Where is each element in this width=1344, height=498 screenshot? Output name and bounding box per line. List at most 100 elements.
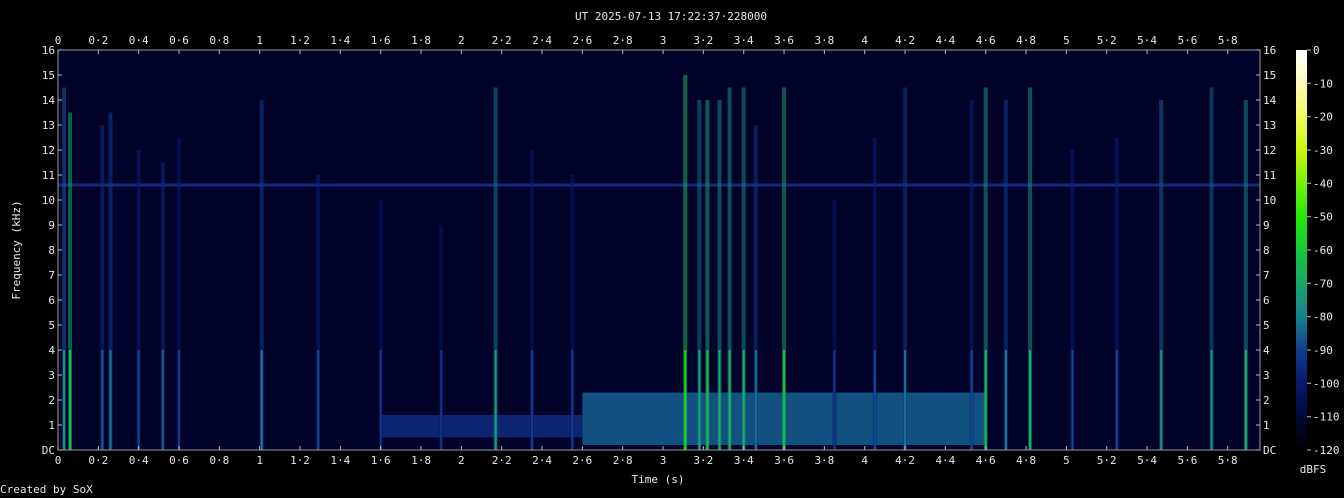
event-core (783, 350, 786, 450)
colorbar-tick-label: -80 (1313, 311, 1333, 324)
x-tick-label-bottom: 5·2 (1097, 454, 1117, 467)
colorbar-tick-label: -100 (1313, 377, 1340, 390)
spectrogram-figure: UT 2025-07-13 17:22:37·228000 0 0·2 0·4 0·6… (10, 10, 1340, 486)
x-tick-label-top: 1·4 (330, 34, 350, 47)
y-tick-label-left: 16 (42, 44, 55, 57)
y-tick-label-left: 13 (42, 119, 55, 132)
colorbar-tick-label: -90 (1313, 344, 1333, 357)
x-tick-label-bottom: 5·6 (1177, 454, 1197, 467)
event-core (1210, 350, 1213, 450)
y-tick-label-left: 2 (48, 394, 55, 407)
event-core (317, 350, 320, 450)
event-core (530, 350, 533, 450)
x-tick-label-bottom: 5·4 (1137, 454, 1157, 467)
y-tick-label-right: 15 (1263, 69, 1276, 82)
x-tick-label-top: 3 (660, 34, 667, 47)
event-core (684, 350, 687, 450)
y-tick-label-right: 12 (1263, 144, 1276, 157)
event-core (706, 350, 709, 450)
event-core (260, 350, 263, 450)
y-tick-label-right: DC (1263, 444, 1276, 457)
x-tick-label-top: 3·4 (734, 34, 754, 47)
y-tick-label-right: 2 (1263, 394, 1270, 407)
y-tick-label-right: 11 (1263, 169, 1276, 182)
event-core (161, 350, 164, 450)
x-tick-label-top: 1·2 (290, 34, 310, 47)
x-tick-label-bottom: 4·2 (895, 454, 915, 467)
event-core (728, 350, 731, 450)
x-tick-label-top: 4 (861, 34, 868, 47)
x-tick-label-bottom: 0·2 (88, 454, 108, 467)
y-tick-label-right: 6 (1263, 294, 1270, 307)
y-axis-label: Frequency (kHz) (10, 200, 23, 299)
colorbar: 0 -10 -20 -30 -40 -50 -60 -70 -80 -90 -100 -110 -120… (1296, 44, 1340, 476)
x-tick-label-top: 2 (458, 34, 465, 47)
y-tick-label-left: 6 (48, 294, 55, 307)
event-core (742, 350, 745, 450)
event-core (571, 350, 574, 450)
colorbar-tick-label: -40 (1313, 177, 1333, 190)
event-core (698, 350, 701, 450)
x-tick-label-top: 4·8 (1016, 34, 1036, 47)
y-tick-label-left: 4 (48, 344, 55, 357)
colorbar-ticks: 0 -10 -20 -30 -40 -50 -60 -70 -80 -90 -100 -110 -120 (1307, 44, 1340, 457)
x-tick-label-bottom: 0 (55, 454, 62, 467)
chart-title: UT 2025-07-13 17:22:37·228000 (575, 10, 767, 23)
x-tick-label-bottom: 3·4 (734, 454, 754, 467)
y-tick-label-right: 1 (1263, 419, 1270, 432)
x-tick-label-bottom: 2·4 (532, 454, 552, 467)
x-tick-label-top: 2·8 (613, 34, 633, 47)
y-tick-label-left: 3 (48, 369, 55, 382)
x-tick-label-bottom: 5·8 (1218, 454, 1238, 467)
event-core (1160, 350, 1163, 450)
x-tick-label-bottom: 0·8 (209, 454, 229, 467)
x-tick-label-top: 5·4 (1137, 34, 1157, 47)
x-tick-label-bottom: 4·8 (1016, 454, 1036, 467)
colorbar-tick-label: -70 (1313, 277, 1333, 290)
x-tick-label-bottom: 3·8 (814, 454, 834, 467)
colorbar-gradient (1296, 50, 1307, 450)
colorbar-tick-label: -120 (1313, 444, 1340, 457)
y-tick-label-left: 7 (48, 269, 55, 282)
x-tick-label-bottom: 2·6 (572, 454, 592, 467)
x-axis-label: Time (s) (632, 473, 685, 486)
x-tick-label-top: 0·8 (209, 34, 229, 47)
x-tick-label-top: 3·2 (693, 34, 713, 47)
colorbar-tick-label: -110 (1313, 411, 1340, 424)
x-tick-label-top: 5 (1063, 34, 1070, 47)
x-tick-label-top: 5·8 (1218, 34, 1238, 47)
event-core (109, 350, 112, 450)
x-tick-label-bottom: 4·6 (976, 454, 996, 467)
y-tick-label-left: 9 (48, 219, 55, 232)
x-tick-label-top: 5·2 (1097, 34, 1117, 47)
x-tick-label-bottom: 5 (1063, 454, 1070, 467)
event-core (833, 350, 836, 450)
x-tick-label-bottom: 1·2 (290, 454, 310, 467)
y-tick-label-right: 8 (1263, 244, 1270, 257)
colorbar-tick-label: -60 (1313, 244, 1333, 257)
x-tick-label-top: 0·6 (169, 34, 189, 47)
event-core (379, 350, 382, 450)
event-core (873, 350, 876, 450)
x-tick-label-bottom: 3·6 (774, 454, 794, 467)
x-tick-label-top: 2·4 (532, 34, 552, 47)
event-core (101, 350, 104, 450)
event-core (904, 350, 907, 450)
x-tick-label-top: 4·2 (895, 34, 915, 47)
y-tick-label-left: 8 (48, 244, 55, 257)
y-tick-label-right: 4 (1263, 344, 1270, 357)
event-core (69, 350, 72, 450)
x-tick-label-top: 3·6 (774, 34, 794, 47)
y-tick-label-left: 1 (48, 419, 55, 432)
sustained-band (380, 415, 583, 438)
y-tick-label-right: 13 (1263, 119, 1276, 132)
colorbar-tick-label: -10 (1313, 77, 1333, 90)
y-tick-label-right: 3 (1263, 369, 1270, 382)
y-tick-label-left: 11 (42, 169, 55, 182)
x-tick-label-bottom: 4·4 (935, 454, 955, 467)
event-core (1004, 350, 1007, 450)
x-tick-label-bottom: 0·6 (169, 454, 189, 467)
x-tick-label-top: 0 (55, 34, 62, 47)
event-core (1071, 350, 1074, 450)
x-tick-label-bottom: 4 (861, 454, 868, 467)
